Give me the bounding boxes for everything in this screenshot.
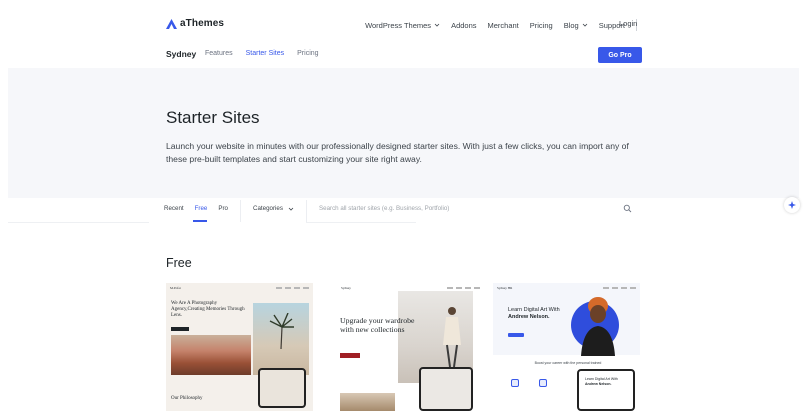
chevron-down-icon [288, 207, 294, 211]
palm-tree-illustration [269, 313, 294, 349]
hero-description: Launch your website in minutes with our … [166, 141, 629, 164]
preview-button [508, 333, 524, 337]
main-nav: WordPress Themes Addons Merchant Pricing… [365, 19, 637, 31]
tab-free[interactable]: Free [195, 205, 208, 212]
floating-widget-button[interactable] [784, 197, 800, 213]
nav-item-blog[interactable]: Blog [564, 21, 588, 30]
athemes-logo-icon [166, 18, 177, 29]
starter-site-card[interactable]: Sydney HR Learn Digital Art With Andrew … [493, 283, 640, 411]
tab-pro[interactable]: Pro [218, 205, 228, 212]
preview-bottom-image [340, 393, 395, 411]
nav-label: Addons [451, 20, 477, 30]
categories-label: Categories [253, 205, 283, 212]
preview-menu [276, 287, 309, 289]
athemes-logo[interactable]: aThemes [166, 18, 224, 29]
phone-headline-prefix: Learn Digital Art With [585, 377, 618, 381]
nav-item-pricing[interactable]: Pricing [530, 21, 553, 30]
chevron-down-icon [582, 23, 588, 27]
nav-item-merchant[interactable]: Merchant [488, 21, 519, 30]
go-pro-button[interactable]: Go Pro [598, 47, 642, 63]
active-tab-indicator [193, 220, 207, 222]
headline-name: Andrew Nelson. [508, 314, 550, 320]
preview-menu [603, 287, 636, 289]
hero-section [8, 68, 799, 198]
chevron-down-icon [434, 23, 440, 27]
starter-site-card[interactable]: Sydney Upgrade your wardrobe with new co… [337, 283, 484, 411]
nav-label: Pricing [529, 20, 553, 30]
nav-label: WordPress Themes [365, 20, 432, 30]
tab-recent[interactable]: Recent [164, 205, 184, 212]
preview-phone-mockup [258, 368, 306, 408]
preview-nav: M.Pofar [166, 283, 313, 293]
preview-headline: Upgrade your wardrobe with new collectio… [340, 316, 415, 334]
preview-logo: Sydney [341, 286, 351, 290]
headline-prefix: Learn Digital Art With [508, 307, 560, 313]
preview-menu [447, 287, 480, 289]
preview-button [171, 327, 189, 331]
login-link[interactable]: Login [619, 19, 637, 28]
product-brand[interactable]: Sydney [166, 49, 196, 59]
preview-headline: We Are A Photography Agency,Creating Mem… [171, 301, 245, 318]
nav-label: Blog [563, 20, 579, 30]
sparkle-icon [788, 201, 796, 209]
model-illustration [443, 307, 461, 367]
nav-item-wordpress-themes[interactable]: WordPress Themes [365, 21, 440, 30]
subnav-link-pricing[interactable]: Pricing [297, 50, 318, 57]
nav-label: Merchant [487, 20, 519, 30]
preview-phone-mockup: Learn Digital Art With Andrew Nelson. [577, 369, 635, 411]
phone-headline: Learn Digital Art With Andrew Nelson. [585, 377, 618, 386]
phone-headline-name: Andrew Nelson. [585, 381, 612, 386]
search-icon[interactable] [623, 204, 632, 213]
preview-feature-icons [511, 379, 547, 387]
page-title: Starter Sites [166, 108, 260, 127]
filter-tabs: Recent Free Pro [164, 205, 228, 212]
preview-subheading: Boost your career with the personal trai… [534, 361, 602, 365]
preview-headline: Learn Digital Art With Andrew Nelson. [508, 307, 568, 321]
product-subnav [0, 40, 807, 68]
preview-logo: Sydney HR [497, 286, 513, 290]
filter-divider [240, 200, 241, 222]
filter-bottom-border [8, 222, 149, 223]
preview-button [340, 353, 360, 358]
nav-item-addons[interactable]: Addons [451, 21, 476, 30]
subnav-link-starter-sites[interactable]: Starter Sites [246, 50, 285, 57]
filter-divider [306, 200, 307, 222]
subnav-link-features[interactable]: Features [205, 50, 233, 57]
preview-logo: M.Pofar [170, 286, 181, 290]
categories-dropdown[interactable]: Categories [253, 205, 294, 212]
preview-footer-text: Our Philosophy [171, 396, 203, 401]
preview-phone-mockup [419, 367, 473, 411]
search-bottom-border [306, 222, 416, 223]
search-input[interactable]: Search all starter sites (e.g. Business,… [319, 205, 449, 212]
person-illustration [581, 297, 615, 356]
section-title: Free [166, 256, 192, 270]
product-links: Features Starter Sites Pricing [205, 50, 319, 57]
preview-canyon-image [171, 335, 251, 375]
starter-site-card[interactable]: M.Pofar We Are A Photography Agency,Crea… [166, 283, 313, 411]
logo-text: aThemes [180, 18, 225, 29]
